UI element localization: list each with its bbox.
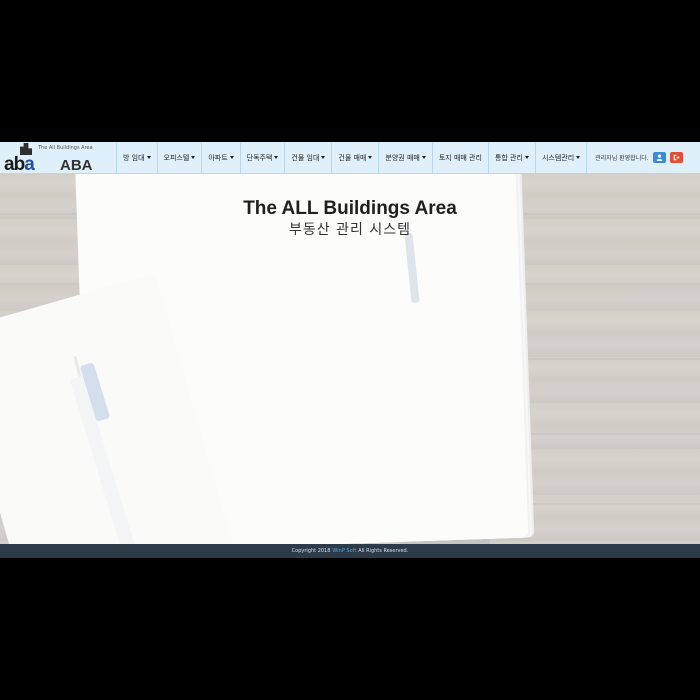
caret-down-icon xyxy=(146,156,151,159)
footer-brand-link[interactable]: WinP Soft xyxy=(332,548,356,554)
nav-item-label: 아파트 xyxy=(208,153,228,162)
logout-icon xyxy=(673,154,680,161)
app-window: The ALL Buildings Area 부동산 관리 시스템 The Al… xyxy=(0,142,700,558)
nav-item-officetel[interactable]: 오피스텔 xyxy=(158,142,203,173)
logo-tagline: The All Buildings Area xyxy=(38,145,93,151)
caret-down-icon xyxy=(421,156,426,159)
hero-section: The ALL Buildings Area 부동산 관리 시스템 xyxy=(0,173,700,544)
nav-item-label: 시스템관리 xyxy=(541,153,575,162)
nav-item-label: 토지 매매 관리 xyxy=(438,153,482,162)
nav-item-label: 단독주택 xyxy=(246,153,273,162)
caret-down-icon xyxy=(321,156,326,159)
nav-item-label: 분양권 매매 xyxy=(385,153,420,162)
logout-button[interactable] xyxy=(669,152,683,163)
nav-item-integrated[interactable]: 통합 관리 xyxy=(489,142,536,173)
caret-down-icon xyxy=(229,156,234,159)
page-footer: Copyright 2018 WinP Soft All Rights Rese… xyxy=(0,544,700,558)
logo-mark-letters: ab xyxy=(4,154,25,175)
caret-down-icon xyxy=(576,156,581,159)
nav-item-presale-rights[interactable]: 분양권 매매 xyxy=(379,142,433,173)
nav-item-label: 방 임대 xyxy=(123,153,145,162)
hero-subtitle: 부동산 관리 시스템 xyxy=(289,222,411,238)
hero-title: The ALL Buildings Area xyxy=(243,198,457,219)
nav-item-label: 건물 매매 xyxy=(338,153,367,162)
logo-mark-accent: a xyxy=(24,154,35,175)
top-navbar: The All Buildings Area aba ABA 방 임대 오피스텔… xyxy=(0,142,700,176)
main-menu: 방 임대 오피스텔 아파트 단독주택 건물 임대 건물 매매 분양권 매매 토지… xyxy=(117,142,588,173)
caret-down-icon xyxy=(524,156,529,159)
nav-item-apartment[interactable]: 아파트 xyxy=(202,142,241,173)
welcome-text: 관리자님 환영합니다. xyxy=(595,155,649,162)
nav-item-land-sale[interactable]: 토지 매매 관리 xyxy=(433,142,489,173)
caret-down-icon xyxy=(368,156,373,159)
logo-mark: aba xyxy=(4,154,35,176)
nav-item-label: 건물 임대 xyxy=(291,153,320,162)
caret-down-icon xyxy=(274,156,279,159)
footer-rights: All Rights Reserved. xyxy=(358,548,409,554)
nav-item-building-lease[interactable]: 건물 임대 xyxy=(285,142,333,173)
nav-item-label: 통합 관리 xyxy=(494,153,523,162)
brand-logo[interactable]: The All Buildings Area aba ABA xyxy=(0,142,117,176)
nav-item-building-sale[interactable]: 건물 매매 xyxy=(332,142,380,173)
nav-item-label: 오피스텔 xyxy=(163,153,190,162)
logo-short-name: ABA xyxy=(60,157,93,174)
nav-item-room-rental[interactable]: 방 임대 xyxy=(117,142,158,173)
nav-item-system[interactable]: 시스템관리 xyxy=(536,142,588,173)
user-profile-icon xyxy=(656,154,662,161)
caret-down-icon xyxy=(191,156,196,159)
nav-item-detached-house[interactable]: 단독주택 xyxy=(241,142,286,173)
footer-copyright: Copyright 2018 xyxy=(291,548,331,554)
user-profile-button[interactable] xyxy=(652,152,666,163)
